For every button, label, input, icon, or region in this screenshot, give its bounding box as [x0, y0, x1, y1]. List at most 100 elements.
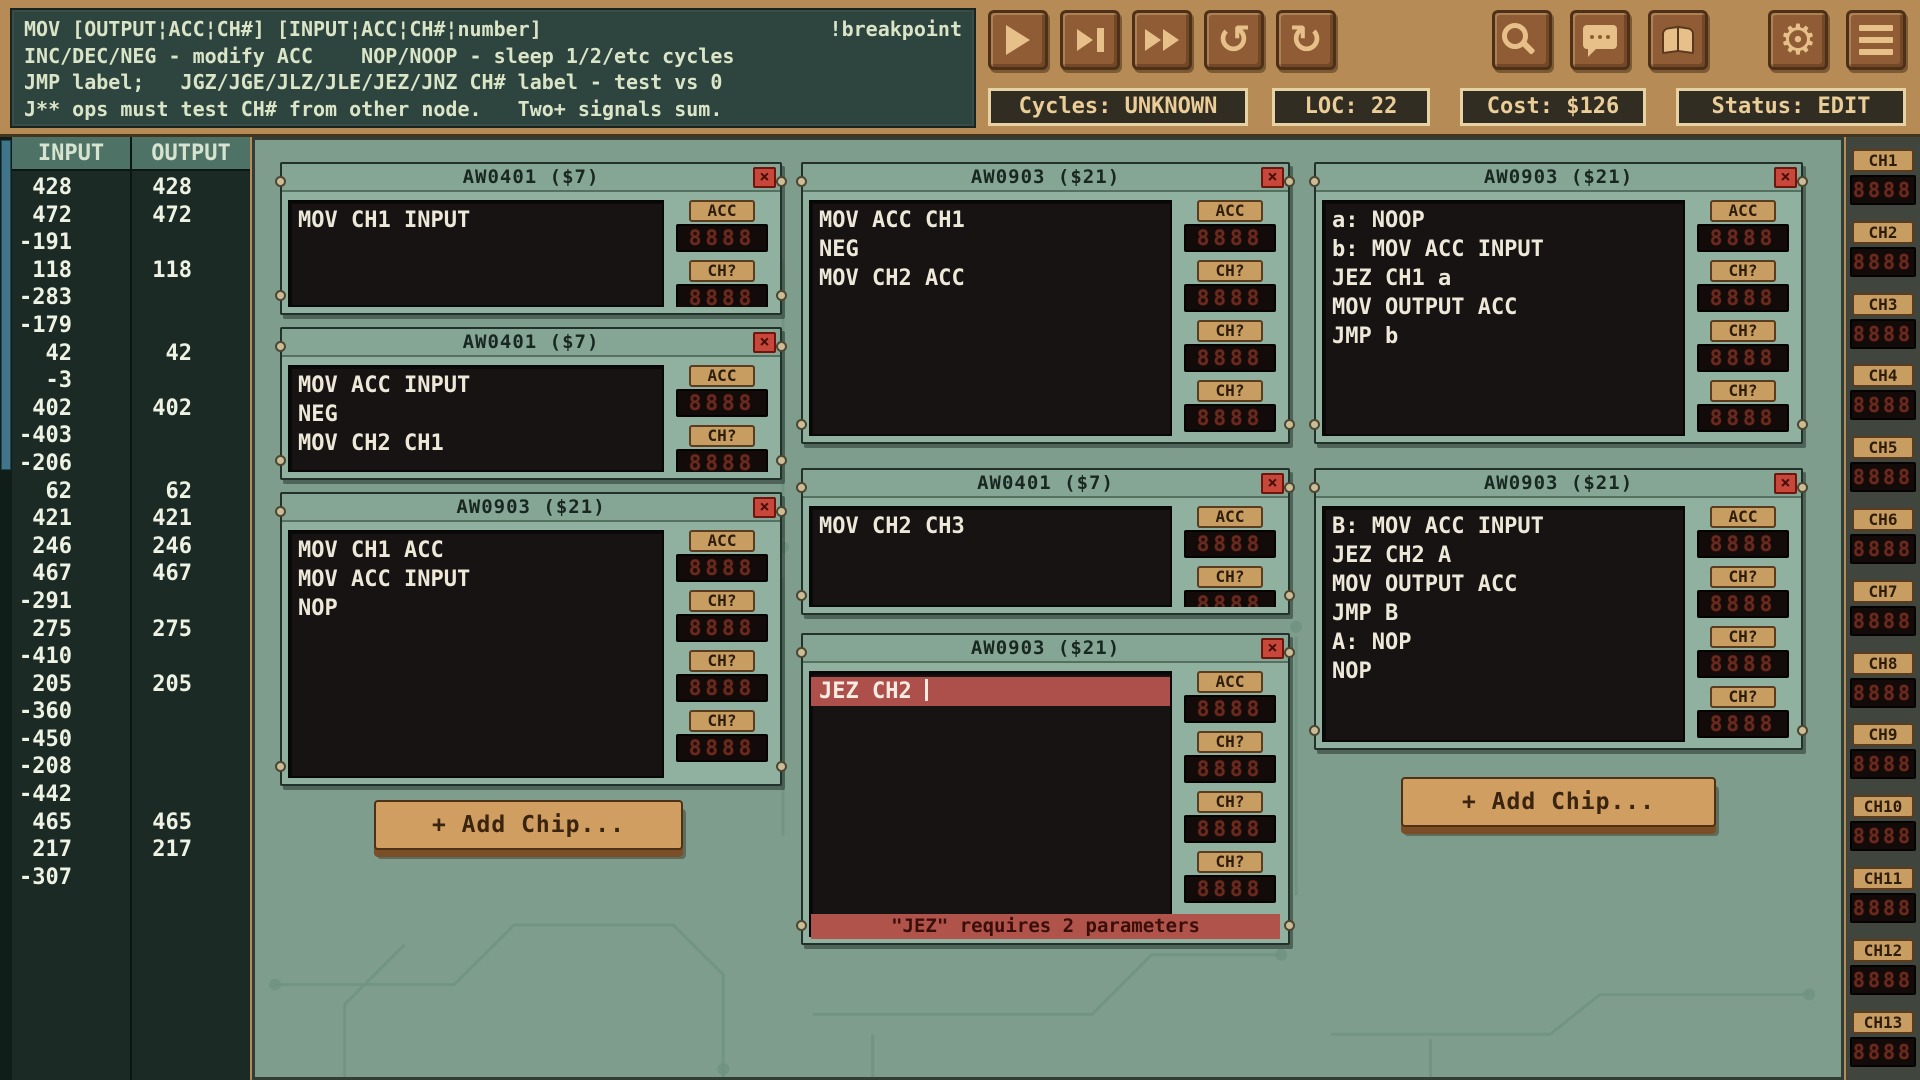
code-line: JEZ CH1 a: [1332, 264, 1675, 293]
output-value: [132, 643, 250, 671]
chip-header[interactable]: AW0401 ($7)×: [803, 470, 1288, 498]
rivet: [796, 176, 807, 187]
channel-selector[interactable]: CH?: [689, 590, 755, 612]
code-line: b: MOV ACC INPUT: [1332, 235, 1675, 264]
chip[interactable]: AW0903 ($21)×MOV ACC CH1NEGMOV CH2 ACCAC…: [801, 162, 1290, 444]
chip-header[interactable]: AW0903 ($21)×: [1316, 470, 1801, 498]
input-value: -179: [12, 312, 130, 340]
channel-selector[interactable]: CH?: [689, 710, 755, 732]
channel-selector[interactable]: CH?: [1710, 260, 1776, 282]
channel-indicator: CH98888: [1846, 723, 1920, 779]
chip-header[interactable]: AW0903 ($21)×: [803, 164, 1288, 192]
channel-selector[interactable]: CH?: [1197, 380, 1263, 402]
chip[interactable]: AW0903 ($21)×JEZ CH2 ACC8888CH?8888CH?88…: [801, 633, 1290, 945]
chip[interactable]: AW0401 ($7)×MOV ACC INPUTNEGMOV CH2 CH1A…: [280, 327, 782, 480]
chip-header[interactable]: AW0401 ($7)×: [282, 329, 780, 357]
input-value: 42: [12, 340, 130, 368]
channel-selector[interactable]: CH?: [1197, 851, 1263, 873]
channel-selector[interactable]: CH?: [689, 260, 755, 282]
code-editor[interactable]: a: NOOPb: MOV ACC INPUTJEZ CH1 aMOV OUTP…: [1322, 200, 1685, 436]
play-button[interactable]: [988, 10, 1048, 70]
step-button[interactable]: [1060, 10, 1120, 70]
redo-button[interactable]: ↻: [1276, 10, 1336, 70]
chip-header[interactable]: AW0903 ($21)×: [282, 494, 780, 522]
segment-display: 8888: [1184, 590, 1276, 607]
channel-selector[interactable]: CH?: [1710, 686, 1776, 708]
code-editor[interactable]: MOV CH1 INPUT: [288, 200, 664, 307]
window-toolbar: ⚙: [1768, 10, 1906, 70]
channel-indicator: CH88888: [1846, 652, 1920, 708]
output-value: [132, 422, 250, 450]
play-icon: [1006, 25, 1030, 55]
chip[interactable]: AW0401 ($7)×MOV CH1 INPUTACC8888CH?8888: [280, 162, 782, 315]
fast-forward-button[interactable]: [1132, 10, 1192, 70]
channel-label: CH13: [1852, 1011, 1914, 1034]
chip-close-icon[interactable]: ×: [1774, 167, 1797, 188]
channel-label: CH1: [1852, 149, 1914, 172]
output-column: OUTPUT 428472118424026242124646727520546…: [132, 137, 250, 1080]
chip-body: MOV ACC INPUTNEGMOV CH2 CH1ACC8888CH?888…: [282, 359, 780, 478]
segment-display: 8888: [1184, 695, 1276, 723]
rivet: [275, 761, 286, 772]
channel-register: CH?8888: [676, 590, 768, 642]
segment-display: 8888: [1697, 284, 1789, 312]
add-chip-button[interactable]: + Add Chip...: [374, 800, 683, 850]
chip[interactable]: AW0903 ($21)× B: MOV ACC INPUTJEZ CH2 AMO…: [1314, 468, 1803, 750]
code-editor[interactable]: MOV CH2 CH3: [809, 506, 1172, 607]
input-value: 402: [12, 395, 130, 423]
channel-selector[interactable]: CH?: [1710, 566, 1776, 588]
code-editor[interactable]: MOV ACC CH1NEGMOV CH2 ACC: [809, 200, 1172, 436]
add-chip-button[interactable]: + Add Chip...: [1401, 777, 1716, 827]
chip-header[interactable]: AW0401 ($7)×: [282, 164, 780, 192]
chip-close-icon[interactable]: ×: [1774, 473, 1797, 494]
menu-button[interactable]: [1846, 10, 1906, 70]
channel-selector[interactable]: CH?: [1710, 626, 1776, 648]
chip[interactable]: AW0401 ($7)×MOV CH2 CH3ACC8888CH?8888: [801, 468, 1290, 615]
code-line: MOV CH2 ACC: [819, 264, 1162, 293]
chip-close-icon[interactable]: ×: [1261, 167, 1284, 188]
search-button[interactable]: [1492, 10, 1552, 70]
channel-selector[interactable]: CH?: [1710, 380, 1776, 402]
chip[interactable]: AW0903 ($21)×MOV CH1 ACCMOV ACC INPUTNOP…: [280, 492, 782, 786]
code-editor[interactable]: B: MOV ACC INPUTJEZ CH2 AMOV OUTPUT ACCJ…: [1322, 506, 1685, 742]
chip-header[interactable]: AW0903 ($21)×: [803, 635, 1288, 663]
output-value: [132, 284, 250, 312]
chip-close-icon[interactable]: ×: [753, 167, 776, 188]
channel-selector[interactable]: CH?: [1197, 566, 1263, 588]
instruction-line: MOV [OUTPUT¦ACC¦CH#] [INPUT¦ACC¦CH#¦numb…: [24, 16, 962, 43]
channel-selector[interactable]: CH?: [1710, 320, 1776, 342]
code-line: B: MOV ACC INPUT: [1332, 512, 1675, 541]
channel-register: CH?8888: [1697, 686, 1789, 738]
settings-button[interactable]: ⚙: [1768, 10, 1828, 70]
chip-close-icon[interactable]: ×: [1261, 638, 1284, 659]
channel-indicator: CH138888: [1846, 1011, 1920, 1067]
chip-close-icon[interactable]: ×: [1261, 473, 1284, 494]
channel-selector[interactable]: CH?: [689, 425, 755, 447]
chip-close-icon[interactable]: ×: [753, 332, 776, 353]
chip-body: MOV CH1 ACCMOV ACC INPUTNOPACC8888CH?888…: [282, 524, 780, 784]
chip[interactable]: AW0903 ($21)× a: NOOPb: MOV ACC INPUTJEZ …: [1314, 162, 1803, 444]
scrollbar-thumb[interactable]: [1, 140, 11, 470]
channel-selector[interactable]: CH?: [1197, 791, 1263, 813]
channel-register: CH?8888: [1697, 566, 1789, 618]
channel-selector[interactable]: CH?: [1197, 260, 1263, 282]
io-scrollbar[interactable]: [0, 137, 12, 1080]
code-editor[interactable]: JEZ CH2: [809, 671, 1172, 937]
channel-display: 8888: [1850, 821, 1916, 851]
channel-selector[interactable]: CH?: [1197, 320, 1263, 342]
channel-selector[interactable]: CH?: [1197, 731, 1263, 753]
channel-selector[interactable]: CH?: [689, 650, 755, 672]
chip-close-icon[interactable]: ×: [753, 497, 776, 518]
output-value: 472: [132, 202, 250, 230]
rivet: [796, 920, 807, 931]
feedback-button[interactable]: [1570, 10, 1630, 70]
code-editor[interactable]: MOV ACC INPUTNEGMOV CH2 CH1: [288, 365, 664, 472]
code-editor[interactable]: MOV CH1 ACCMOV ACC INPUTNOP: [288, 530, 664, 778]
manual-button[interactable]: [1648, 10, 1708, 70]
chip-header[interactable]: AW0903 ($21)×: [1316, 164, 1801, 192]
undo-button[interactable]: ↺: [1204, 10, 1264, 70]
code-line: NOP: [1332, 657, 1675, 686]
rivet: [1284, 590, 1295, 601]
code-line: JEZ CH2 A: [1332, 541, 1675, 570]
code-line: MOV ACC CH1: [819, 206, 1162, 235]
